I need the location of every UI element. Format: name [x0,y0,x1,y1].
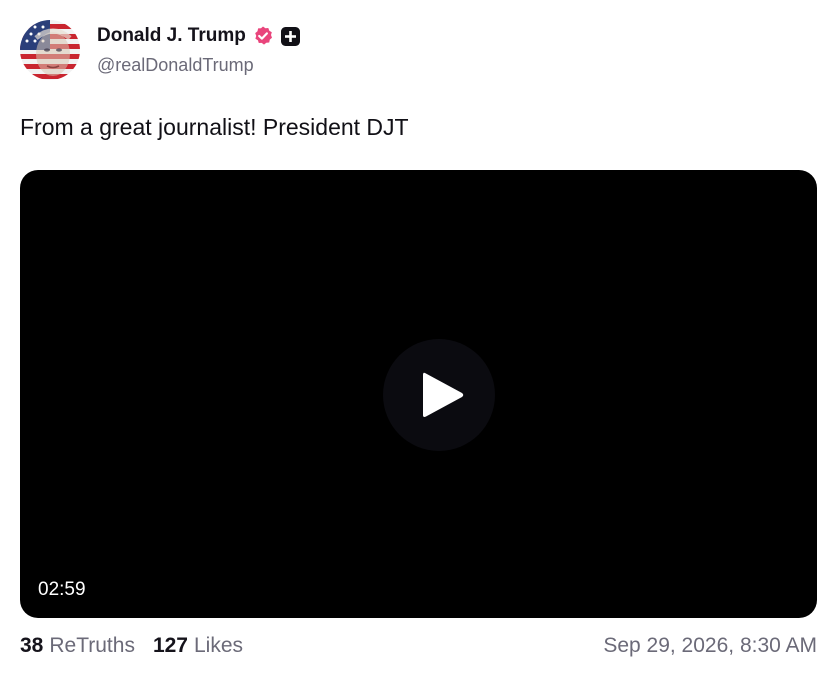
flag-portrait-icon [20,20,80,80]
display-name[interactable]: Donald J. Trump [97,25,246,47]
video-player[interactable]: 02:59 [20,170,817,618]
likes-label: Likes [194,634,244,657]
post-footer: 38 ReTruths 127 Likes Sep 29, 2026, 8:30… [20,634,817,658]
retruths-stat[interactable]: 38 ReTruths [20,634,135,658]
post-header: Donald J. Trump @realDonaldTrump [20,20,301,80]
retruths-count: 38 [20,634,44,657]
video-duration: 02:59 [38,579,86,600]
name-row: Donald J. Trump [97,22,301,50]
likes-count: 127 [152,634,188,657]
post-text: From a great journalist! President DJT [20,114,409,140]
truth-post: Donald J. Trump @realDonaldTrump From a … [0,0,840,680]
play-button[interactable] [383,339,495,451]
plus-badge-icon [280,26,301,47]
author-handle[interactable]: @realDonaldTrump [97,55,301,76]
retruths-label: ReTruths [49,634,135,657]
verified-badge-icon [252,25,274,47]
likes-stat[interactable]: 127 Likes [153,634,243,658]
avatar[interactable] [20,20,80,80]
post-timestamp[interactable]: Sep 29, 2026, 8:30 AM [603,634,817,658]
play-icon [423,372,464,417]
author-names: Donald J. Trump @realDonaldTrump [97,22,301,76]
